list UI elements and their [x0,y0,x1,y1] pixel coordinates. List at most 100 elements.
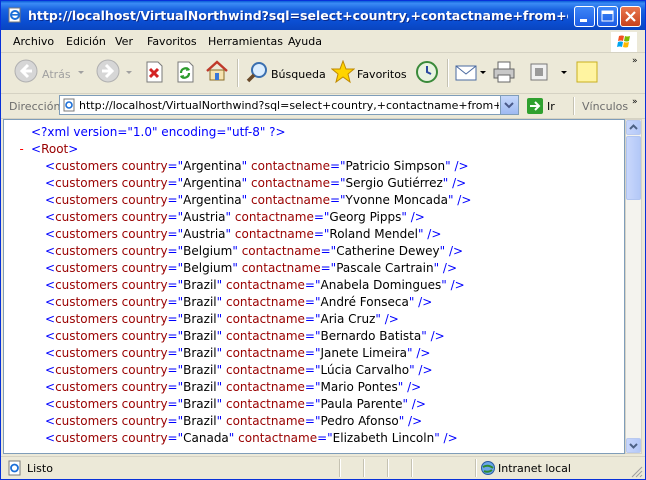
attr-name-country: country [121,210,168,224]
country-value: Brazil [183,363,217,377]
chevron-down-icon [504,102,514,109]
minimize-button[interactable] [574,6,595,27]
attr-name-country: country [121,312,168,326]
address-bar: Dirección http://localhost/VirtualNorthw… [1,94,645,119]
menu-edicion[interactable]: Edición [66,35,106,48]
menu-ayuda[interactable]: Ayuda [288,35,322,48]
attr-name-contactname: contactname [225,397,305,411]
element-tag: customers [55,397,118,411]
menu-favoritos[interactable]: Favoritos [147,35,197,48]
attr-name-country: country [121,176,168,190]
element-tag: customers [55,414,118,428]
xml-customer-row: <customers country="Austria" contactname… [45,210,425,224]
xml-customer-row: <customers country="Brazil" contactname=… [45,329,445,343]
links-chevron-icon[interactable]: » [632,97,638,107]
windows-logo-icon [611,32,637,52]
history-icon[interactable] [415,60,439,84]
xml-customer-row: <customers country="Belgium" contactname… [45,261,458,275]
browser-window: http://localhost/VirtualNorthwind?sql=se… [0,0,646,480]
country-value: Argentina [183,176,242,190]
country-value: Brazil [183,414,217,428]
close-icon [625,11,636,22]
contactname-value: Pascale Cartrain [336,261,434,275]
attr-name-contactname: contactname [225,312,305,326]
home-icon[interactable] [205,59,229,83]
country-value: Brazil [183,278,217,292]
star-icon [331,60,355,84]
root-tag: Root [41,142,69,156]
element-tag: customers [55,227,118,241]
attr-name-country: country [121,380,168,394]
status-divider [339,459,341,477]
collapse-toggle[interactable]: - [18,141,25,158]
menu-herramientas[interactable]: Herramientas [208,35,283,48]
attr-name-contactname: contactname [251,193,330,207]
resize-grip-icon[interactable] [631,466,643,478]
attr-name-country: country [121,363,168,377]
attr-name-contactname: contactname [241,261,321,275]
back-arrow-icon [14,59,38,83]
title-bar[interactable]: http://localhost/VirtualNorthwind?sql=se… [1,1,645,30]
stop-icon[interactable] [144,61,164,83]
go-button[interactable]: Ir [547,100,555,113]
vertical-scrollbar[interactable] [625,119,642,454]
attr-name-contactname: contactname [225,380,305,394]
attr-name-country: country [121,346,168,360]
attr-name-country: country [121,278,168,292]
country-value: Brazil [183,329,217,343]
window-title: http://localhost/VirtualNorthwind?sql=se… [28,8,568,23]
country-value: Brazil [183,346,217,360]
xml-declaration: <?xml version="1.0" encoding="utf-8" ?> [4,124,471,141]
ie-page-icon [8,7,21,23]
xml-customer-row: <customers country="Brazil" contactname=… [45,312,399,326]
print-icon[interactable] [492,60,516,84]
attr-name-contactname: contactname [241,244,321,258]
attr-name-contactname: contactname [225,329,305,343]
attr-name-contactname: contactname [234,227,314,241]
attr-name-country: country [121,431,168,445]
element-tag: customers [55,295,118,309]
intranet-zone-icon [481,461,495,475]
refresh-icon[interactable] [175,61,195,83]
xml-root-open[interactable]: - <Root> [4,141,471,158]
country-value: Argentina [183,193,242,207]
country-value: Austria [183,210,226,224]
forward-dropdown-icon [126,71,132,74]
xml-customer-row: <customers country="Argentina" contactna… [45,193,472,207]
edit-icon[interactable] [529,62,549,82]
scroll-down-button[interactable] [626,438,641,453]
menu-archivo[interactable]: Archivo [13,35,54,48]
back-label: Atrás [42,68,71,81]
maximize-button[interactable] [597,6,618,27]
mail-icon[interactable] [454,61,478,83]
element-tag: customers [55,329,118,343]
minimize-icon [580,19,587,22]
close-button[interactable] [620,6,641,27]
toolbar-chevron-icon[interactable]: » [632,56,638,66]
status-bar: Listo Intranet local [1,456,645,479]
xml-customer-row: <customers country="Belgium" contactname… [45,244,464,258]
page-done-icon [8,460,21,476]
scroll-thumb[interactable] [626,136,641,200]
contactname-value: Paula Parente [320,397,403,411]
go-arrow-icon[interactable] [527,98,543,114]
links-label[interactable]: Vínculos [582,100,628,113]
forward-arrow-icon [96,59,120,83]
security-zone: Intranet local [498,462,571,475]
scroll-up-button[interactable] [626,120,641,135]
contactname-value: Pedro Afonso [320,414,399,428]
chevron-down-icon [629,443,638,449]
maximize-icon [601,10,614,22]
mail-dropdown-icon[interactable] [480,71,486,74]
status-text: Listo [27,462,53,475]
country-value: Belgium [183,244,233,258]
contactname-value: Mario Pontes [320,380,398,394]
contactname-value: Roland Mendel [329,227,418,241]
status-divider [363,459,365,477]
edit-dropdown-icon[interactable] [561,71,567,74]
address-dropdown-button[interactable] [500,96,518,114]
discuss-icon[interactable] [575,60,599,84]
address-input[interactable]: http://localhost/VirtualNorthwind?sql=se… [59,95,519,115]
menu-ver[interactable]: Ver [115,35,133,48]
contactname-value: Anabela Domingues [320,278,442,292]
